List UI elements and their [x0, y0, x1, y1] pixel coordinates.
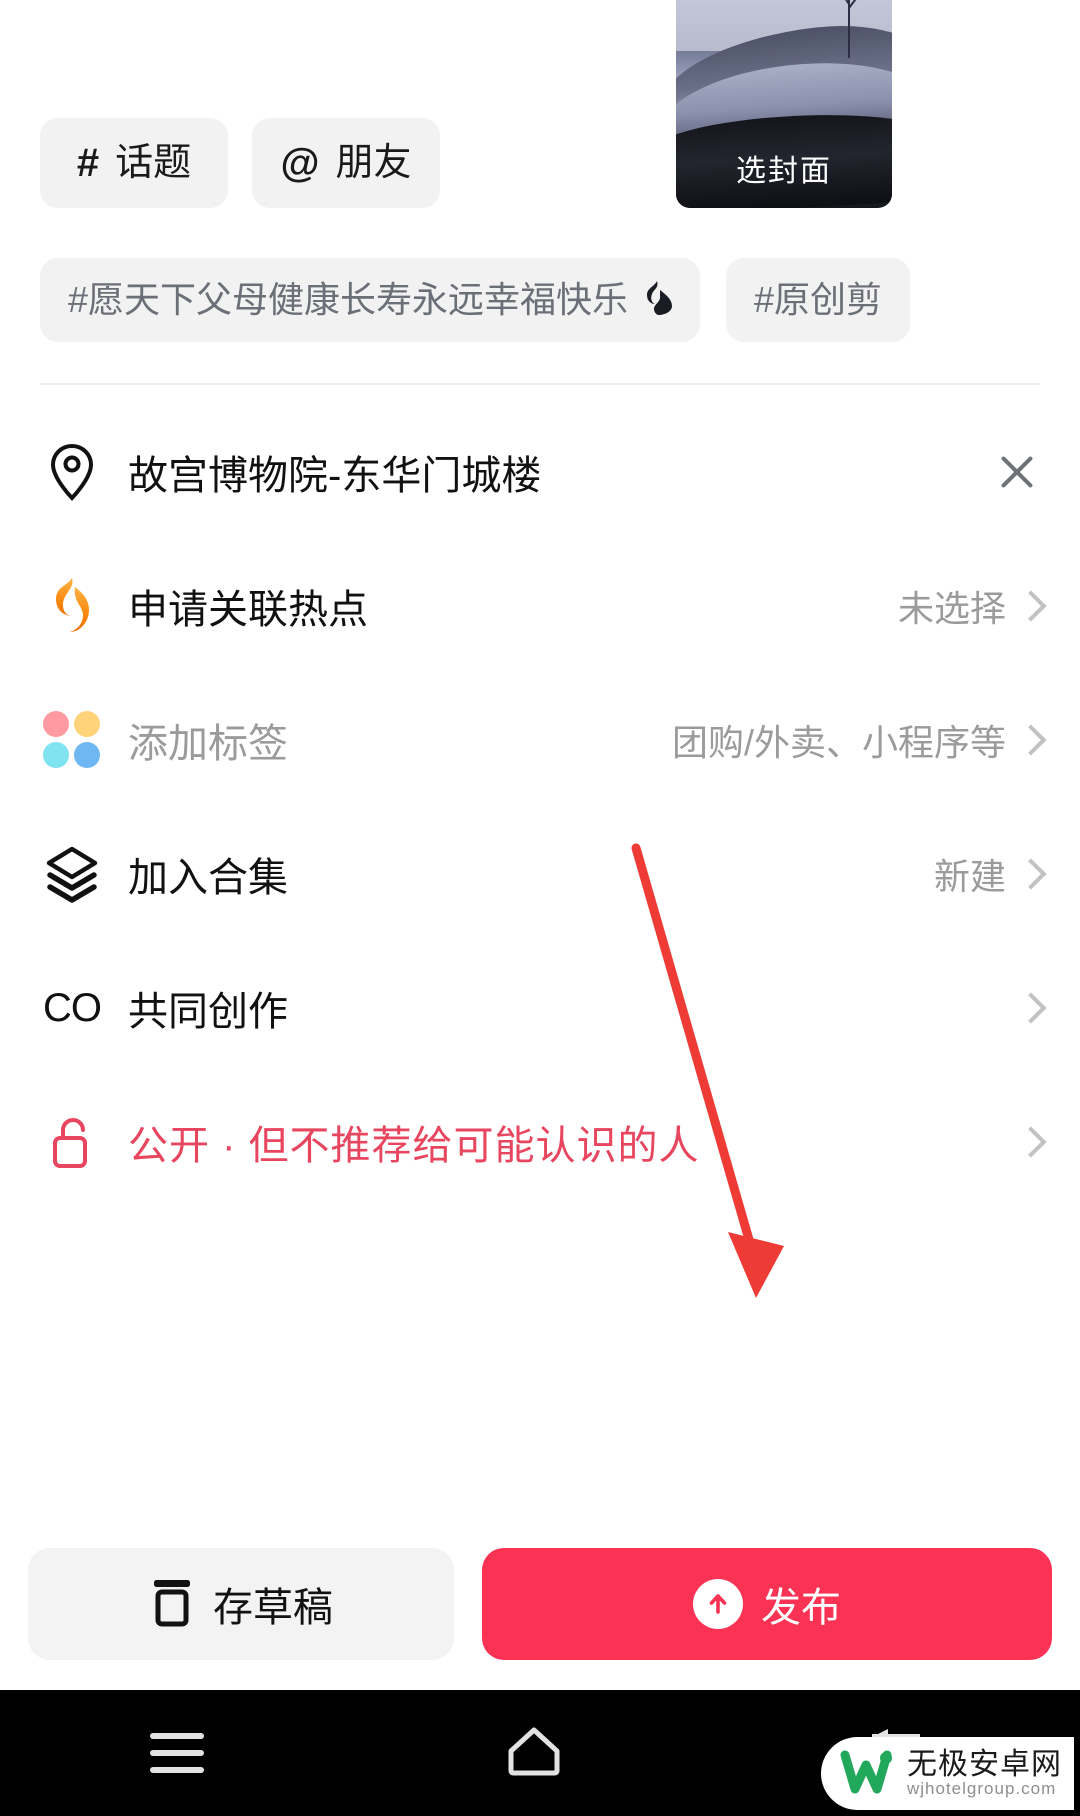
- option-label-hotspot: 申请关联热点: [128, 588, 368, 632]
- option-right-add-tag: 团购/外卖、小程序等: [672, 714, 1040, 766]
- publish-arrow-icon: [693, 1579, 743, 1629]
- option-right-cocreation: [1018, 989, 1040, 1027]
- option-list: 故宫博物院-东华门城楼 申请关联热点 未选择 添加标签 团购/外卖、小程序等 加…: [0, 405, 1080, 1209]
- hashtag-suggestion-text: #愿天下父母健康长寿永远幸福快乐: [68, 279, 629, 320]
- cover-thumbnail[interactable]: 选封面: [676, 0, 892, 208]
- option-row-privacy[interactable]: 公开 · 但不推荐给可能认识的人: [0, 1075, 1080, 1209]
- recent-apps-icon[interactable]: [149, 1733, 204, 1773]
- option-right-privacy: [1018, 1123, 1040, 1161]
- option-right-location: [994, 449, 1040, 495]
- bottom-action-bar: 存草稿 发布: [0, 1518, 1080, 1690]
- save-draft-label: 存草稿: [213, 1586, 333, 1630]
- layers-icon: [40, 842, 104, 906]
- friend-chip[interactable]: @ 朋友: [252, 118, 440, 208]
- hash-icon: #: [76, 141, 100, 185]
- option-value-add-tag: 团购/外卖、小程序等: [671, 722, 1006, 763]
- option-row-add-tag[interactable]: 添加标签 团购/外卖、小程序等: [0, 673, 1080, 807]
- hot-flame-icon: [642, 280, 673, 320]
- hashtag-suggestion-chip[interactable]: #愿天下父母健康长寿永远幸福快乐: [40, 258, 701, 342]
- watermark-en: wjhotelgroup.com: [907, 1779, 1057, 1799]
- topic-chip-label: 话题: [115, 142, 192, 184]
- option-row-collection[interactable]: 加入合集 新建: [0, 807, 1080, 941]
- option-row-cocreation[interactable]: CO 共同创作: [0, 941, 1080, 1075]
- option-row-hotspot[interactable]: 申请关联热点 未选择: [0, 539, 1080, 673]
- at-icon: @: [280, 141, 320, 185]
- chevron-right-icon: [1018, 587, 1040, 625]
- chevron-right-icon: [1018, 855, 1040, 893]
- publish-settings-screen: 选封面 # 话题 @ 朋友 #愿天下父母健康长寿永远幸福快乐 #原创剪 故宫博物…: [0, 0, 1080, 1816]
- hashtag-suggestion-row: #愿天下父母健康长寿永远幸福快乐 #原创剪: [40, 258, 1080, 342]
- flame-icon: [40, 574, 104, 638]
- option-label-location: 故宫博物院-东华门城楼: [128, 454, 542, 498]
- site-watermark: 无极安卓网 wjhotelgroup.com: [821, 1737, 1074, 1810]
- option-label-privacy: 公开 · 但不推荐给可能认识的人: [128, 1124, 700, 1168]
- topic-chip[interactable]: # 话题: [40, 118, 228, 208]
- draft-icon: [149, 1577, 195, 1632]
- tree-silhouette-icon: [845, 0, 857, 58]
- option-value-hotspot: 未选择: [897, 588, 1006, 629]
- chevron-right-icon: [1018, 1123, 1040, 1161]
- four-dots-icon: [40, 708, 104, 772]
- option-value-collection: 新建: [933, 856, 1006, 897]
- watermark-text: 无极安卓网 wjhotelgroup.com: [907, 1749, 1062, 1798]
- hashtag-suggestion-chip[interactable]: #原创剪: [726, 258, 911, 342]
- watermark-logo-icon: [839, 1745, 897, 1802]
- option-right-hotspot: 未选择: [898, 580, 1040, 632]
- publish-button[interactable]: 发布: [482, 1548, 1052, 1660]
- watermark-cn: 无极安卓网: [907, 1747, 1062, 1781]
- cover-select-label: 选封面: [736, 155, 832, 188]
- option-label-collection: 加入合集: [128, 856, 288, 900]
- chevron-right-icon: [1018, 721, 1040, 759]
- option-label-cocreation: 共同创作: [128, 990, 288, 1034]
- unlock-icon: [40, 1110, 104, 1174]
- chevron-right-icon: [1018, 989, 1040, 1027]
- hashtag-suggestion-text: #原创剪: [754, 279, 883, 320]
- friend-chip-label: 朋友: [335, 142, 412, 184]
- option-right-collection: 新建: [934, 848, 1040, 900]
- co-icon: CO: [43, 986, 102, 1030]
- option-label-add-tag: 添加标签: [128, 722, 288, 766]
- close-icon[interactable]: [994, 449, 1040, 495]
- option-row-location[interactable]: 故宫博物院-东华门城楼: [0, 405, 1080, 539]
- location-pin-icon: [40, 440, 104, 504]
- save-draft-button[interactable]: 存草稿: [28, 1548, 454, 1660]
- home-icon[interactable]: [503, 1725, 565, 1782]
- publish-label: 发布: [761, 1586, 841, 1630]
- section-divider: [40, 383, 1040, 385]
- compose-chip-row: # 话题 @ 朋友: [40, 118, 440, 208]
